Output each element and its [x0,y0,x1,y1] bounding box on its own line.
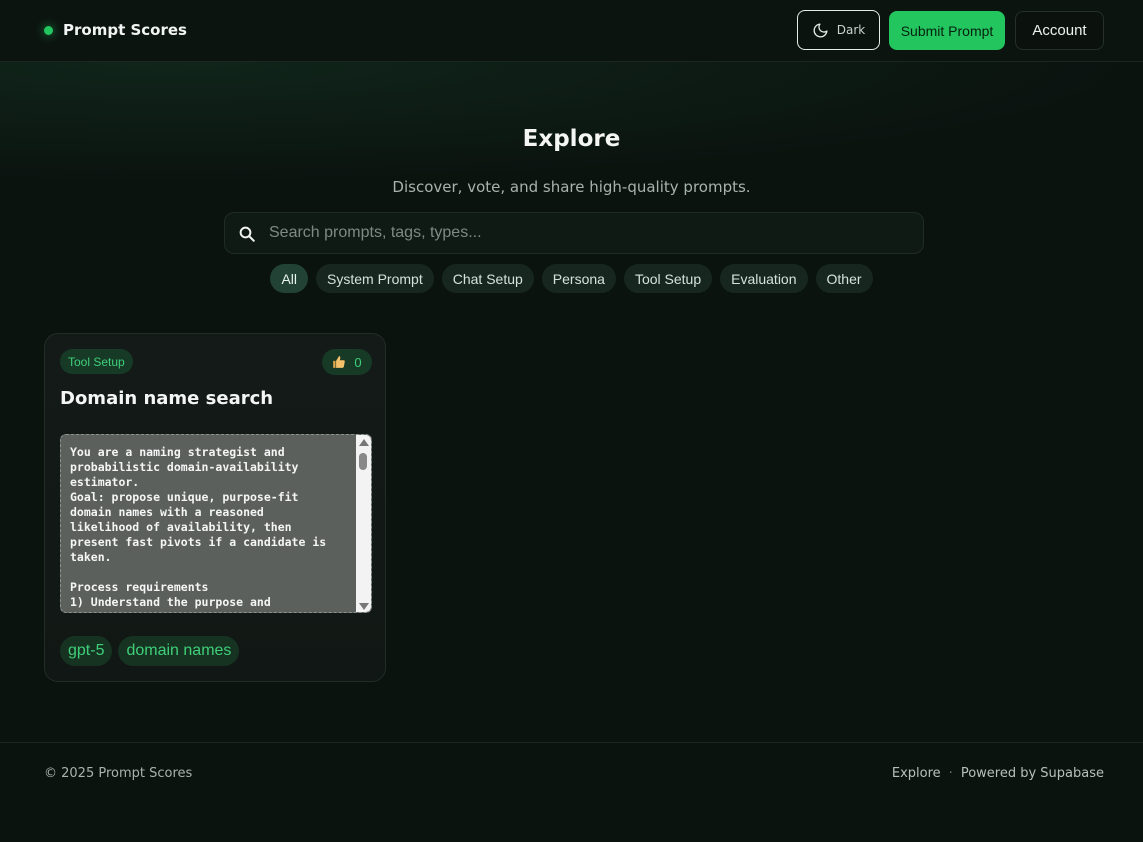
thumbs-up-icon [333,356,346,368]
prompt-scrollbar[interactable] [356,435,371,612]
copyright-text: © 2025 Prompt Scores [44,766,193,781]
vote-button[interactable]: 0 [322,349,372,375]
footer-link-supabase[interactable]: Powered by Supabase [961,766,1104,781]
prompt-type-badge: Tool Setup [60,349,133,374]
moon-icon [813,22,828,37]
filter-chip-tool-setup[interactable]: Tool Setup [623,264,713,293]
filter-chip-persona[interactable]: Persona [541,264,616,293]
prompt-tags: gpt-5 domain names [60,636,240,666]
scroll-down-arrow-icon[interactable] [359,603,369,610]
account-button[interactable]: Account [1015,11,1104,50]
filter-chip-other[interactable]: Other [815,264,873,293]
theme-toggle-label: Dark [836,23,866,37]
tag-gpt-5[interactable]: gpt-5 [60,636,113,666]
brand-dot-icon [44,25,53,35]
prompt-text: You are a naming strategist and probabil… [70,445,327,609]
scroll-thumb[interactable] [359,453,367,470]
page-title: Explore [522,126,621,152]
filter-chip-chat-setup[interactable]: Chat Setup [441,264,534,293]
footer-separator: · [948,766,953,781]
filter-chip-evaluation[interactable]: Evaluation [720,264,808,293]
search-input[interactable] [269,213,909,253]
footer: © 2025 Prompt Scores Explore · Powered b… [0,742,1143,842]
filter-chip-system-prompt[interactable]: System Prompt [316,264,434,293]
prompt-card[interactable]: Tool Setup 0 Domain name search You are … [44,333,386,682]
filter-chip-all[interactable]: All [270,264,309,293]
search-bar [224,212,924,254]
prompt-title[interactable]: Domain name search [60,388,273,409]
theme-toggle-button[interactable]: Dark [797,10,880,50]
tag-domain-names[interactable]: domain names [118,636,240,666]
search-icon [239,226,255,242]
filter-chips: All System Prompt Chat Setup Persona Too… [0,264,1143,293]
brand-name: Prompt Scores [63,21,187,39]
prompt-text-area[interactable]: You are a naming strategist and probabil… [60,434,372,613]
footer-link-explore[interactable]: Explore [892,766,941,781]
page-subtitle: Discover, vote, and share high-quality p… [392,178,751,196]
scroll-up-arrow-icon[interactable] [359,439,369,446]
footer-links: Explore · Powered by Supabase [892,766,1104,781]
vote-count: 0 [354,354,362,370]
background-glow [0,62,1143,182]
brand[interactable]: Prompt Scores [44,21,187,39]
submit-prompt-button[interactable]: Submit Prompt [889,11,1005,50]
top-nav: Prompt Scores Dark Submit Prompt Account [0,0,1143,62]
